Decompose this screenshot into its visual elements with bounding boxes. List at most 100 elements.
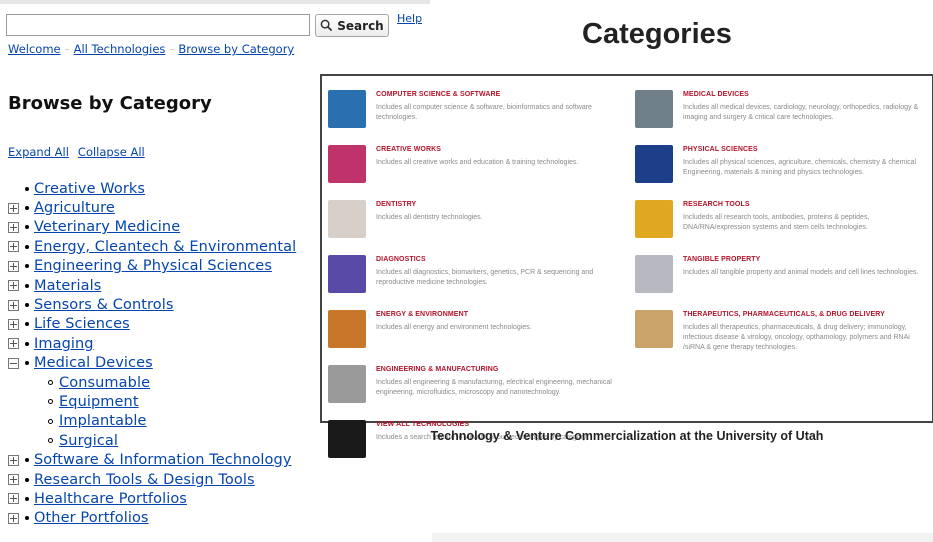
- category-thumbnail: [328, 90, 366, 128]
- tree-item: Other Portfolios: [8, 509, 428, 528]
- tree-controls: Expand All Collapse All: [8, 145, 145, 159]
- bullet-icon: [25, 186, 29, 191]
- bullet-icon: [25, 361, 29, 366]
- category-title: TANGIBLE PROPERTY: [683, 256, 761, 263]
- category-text: RESEARCH TOOLS Includeds all research too…: [683, 200, 931, 255]
- search-button[interactable]: Search: [315, 14, 389, 37]
- tree-item-link[interactable]: Sensors & Controls: [34, 297, 174, 313]
- collapse-icon[interactable]: [8, 357, 19, 369]
- breadcrumb-all-technologies[interactable]: All Technologies: [74, 42, 166, 56]
- bullet-icon: [48, 380, 53, 386]
- help-link[interactable]: Help: [397, 12, 422, 25]
- category-title: PHYSICAL SCIENCES: [683, 146, 758, 153]
- category-text: ENGINEERING & MANUFACTURING Includes all …: [376, 365, 618, 420]
- category-text: THERAPEUTICS, PHARMACEUTICALS, & DRUG DE…: [683, 310, 931, 365]
- category-description: Includes all diagnostics, biomarkers, ge…: [376, 269, 594, 287]
- tree-item: Healthcare Portfolios: [8, 489, 428, 508]
- breadcrumb-browse-by-category[interactable]: Browse by Category: [178, 42, 294, 56]
- category-card: ENERGY & ENVIRONMENT Includes all energy …: [328, 310, 618, 365]
- category-description: Includes all engineering & manufacturing…: [376, 379, 612, 397]
- bullet-icon: [25, 496, 29, 501]
- category-card: DIAGNOSTICS Includes all diagnostics, bio…: [328, 255, 618, 310]
- tree-item-link[interactable]: Materials: [34, 278, 101, 294]
- category-column-right: MEDICAL DEVICES Includes all medical devi…: [635, 90, 931, 365]
- category-thumbnail: [635, 310, 673, 348]
- expand-icon[interactable]: [8, 280, 19, 292]
- category-thumbnail: [635, 255, 673, 293]
- bullet-icon: [48, 418, 53, 424]
- tree-item-link[interactable]: Agriculture: [34, 200, 115, 216]
- tree-item-link[interactable]: Healthcare Portfolios: [34, 491, 187, 507]
- tree-item-link[interactable]: Equipment: [59, 394, 139, 410]
- search-icon: [320, 19, 333, 32]
- expand-icon[interactable]: [8, 474, 19, 486]
- expand-icon[interactable]: [8, 221, 19, 233]
- category-title: DENTISTRY: [376, 201, 417, 208]
- tree-item-link[interactable]: Life Sciences: [34, 316, 130, 332]
- category-text: PHYSICAL SCIENCES Includes all physical s…: [683, 145, 931, 200]
- search-button-label: Search: [337, 18, 384, 33]
- expand-icon[interactable]: [8, 512, 19, 524]
- category-text: DIAGNOSTICS Includes all diagnostics, bio…: [376, 255, 618, 310]
- expand-icon[interactable]: [8, 318, 19, 330]
- category-description: Includes all therapeutics, pharmaceutica…: [683, 324, 910, 352]
- tree-item-link[interactable]: Creative Works: [34, 181, 145, 197]
- category-card: ENGINEERING & MANUFACTURING Includes all …: [328, 365, 618, 420]
- bullet-icon: [25, 225, 29, 230]
- category-description: Includes all tangible property and anima…: [683, 269, 919, 276]
- tree-item-link[interactable]: Imaging: [34, 336, 94, 352]
- category-thumbnail: [328, 255, 366, 293]
- bullet-icon: [25, 477, 29, 482]
- category-title: THERAPEUTICS, PHARMACEUTICALS, & DRUG DE…: [683, 311, 885, 318]
- category-thumbnail: [328, 200, 366, 238]
- category-card: THERAPEUTICS, PHARMACEUTICALS, & DRUG DE…: [635, 310, 931, 365]
- bullet-icon: [48, 438, 53, 444]
- tree-item-link[interactable]: Engineering & Physical Sciences: [34, 258, 272, 274]
- tree-item-link[interactable]: Medical Devices: [34, 355, 153, 371]
- category-text: CREATIVE WORKS Includes all creative work…: [376, 145, 618, 200]
- category-thumbnail: [328, 145, 366, 183]
- expand-all-link[interactable]: Expand All: [8, 145, 69, 159]
- collapse-all-link[interactable]: Collapse All: [78, 145, 145, 159]
- tree-item-link[interactable]: Veterinary Medicine: [34, 219, 180, 235]
- bullet-icon: [48, 399, 53, 405]
- category-title: CREATIVE WORKS: [376, 146, 442, 153]
- search-input[interactable]: [6, 14, 310, 36]
- tree-item-link[interactable]: Implantable: [59, 413, 147, 429]
- bullet-icon: [25, 322, 29, 327]
- bullet-icon: [25, 303, 29, 308]
- tree-item-link[interactable]: Consumable: [59, 375, 150, 391]
- category-column-left: COMPUTER SCIENCE & SOFTWARE Includes all …: [328, 90, 618, 475]
- tree-item-link[interactable]: Other Portfolios: [34, 510, 149, 526]
- category-card: MEDICAL DEVICES Includes all medical devi…: [635, 90, 931, 145]
- category-card: RESEARCH TOOLS Includeds all research too…: [635, 200, 931, 255]
- category-title: ENERGY & ENVIRONMENT: [376, 311, 469, 318]
- expand-icon[interactable]: [8, 493, 19, 505]
- category-description: Includes all computer science & software…: [376, 104, 592, 122]
- bullet-icon: [25, 458, 29, 463]
- panel-caption: Technology & Venture Commercialization a…: [430, 429, 824, 443]
- expand-icon[interactable]: [8, 299, 19, 311]
- category-description: Includes all medical devices, cardiology…: [683, 104, 919, 122]
- breadcrumb-separator: –: [64, 43, 70, 55]
- bullet-icon: [25, 516, 29, 521]
- category-card: PHYSICAL SCIENCES Includes all physical s…: [635, 145, 931, 200]
- breadcrumb-welcome[interactable]: Welcome: [8, 42, 61, 56]
- tree-item-link[interactable]: Energy, Cleantech & Environmental: [34, 239, 296, 255]
- tree-item-link[interactable]: Research Tools & Design Tools: [34, 472, 255, 488]
- category-description: Includeds all research tools, antibodies…: [683, 214, 870, 232]
- expand-icon[interactable]: [8, 260, 19, 272]
- bullet-icon: [25, 206, 29, 211]
- bullet-icon: [25, 244, 29, 249]
- expand-icon[interactable]: [8, 454, 19, 466]
- top-bar: [0, 0, 430, 4]
- page-title: Browse by Category: [8, 93, 212, 114]
- expand-icon[interactable]: [8, 202, 19, 214]
- category-text: ENERGY & ENVIRONMENT Includes all energy …: [376, 310, 618, 365]
- categories-heading: Categories: [582, 18, 732, 50]
- tree-item-link[interactable]: Surgical: [59, 433, 118, 449]
- tree-item-link[interactable]: Software & Information Technology: [34, 452, 292, 468]
- category-description: Includes all energy and environment tech…: [376, 324, 532, 331]
- expand-icon[interactable]: [8, 241, 19, 253]
- expand-icon[interactable]: [8, 338, 19, 350]
